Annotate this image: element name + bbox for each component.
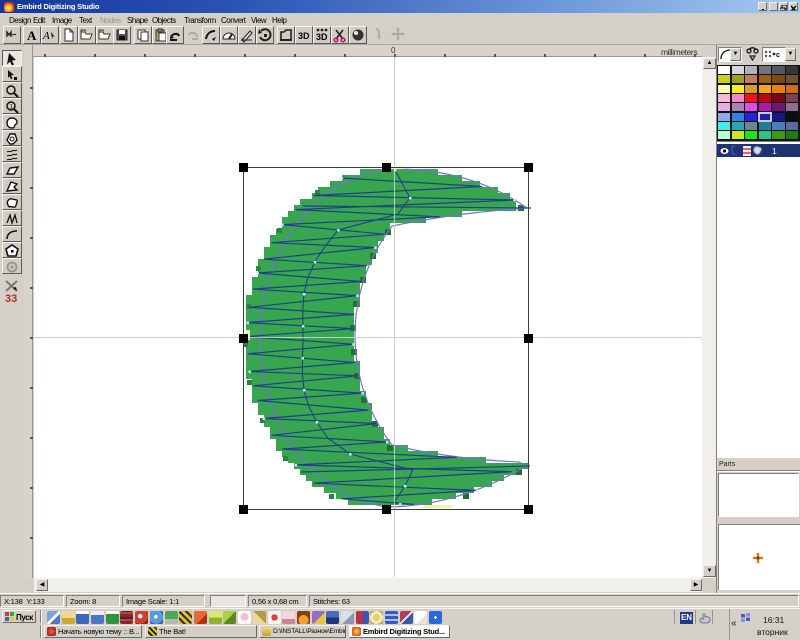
svg-text:c: c [776, 52, 780, 59]
svg-text:3D: 3D [298, 31, 310, 41]
svg-text:A: A [27, 28, 37, 43]
svg-text:A: A [42, 30, 50, 42]
svg-text:3D: 3D [316, 32, 328, 42]
